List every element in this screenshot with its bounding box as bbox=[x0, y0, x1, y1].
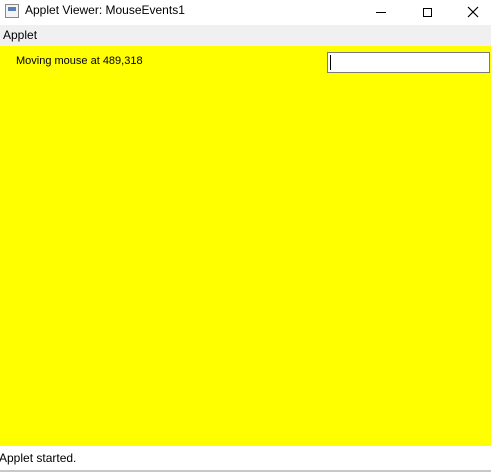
applet-viewer-window: Applet Viewer: MouseEvents1 Applet Movin… bbox=[0, 0, 491, 472]
mouse-position-message: Moving mouse at 489,318 bbox=[16, 55, 143, 67]
maximize-icon bbox=[422, 7, 432, 17]
status-text: Applet started. bbox=[0, 451, 77, 465]
minimize-icon bbox=[376, 11, 386, 13]
text-caret bbox=[330, 55, 331, 70]
menu-applet[interactable]: Applet bbox=[3, 28, 37, 42]
applet-text-field[interactable] bbox=[327, 52, 490, 73]
applet-panel[interactable]: Moving mouse at 489,318 bbox=[0, 46, 491, 446]
minimize-button[interactable] bbox=[358, 0, 404, 24]
title-bar[interactable]: Applet Viewer: MouseEvents1 bbox=[0, 0, 491, 24]
close-button[interactable] bbox=[450, 0, 491, 24]
java-applet-icon bbox=[5, 4, 19, 18]
menu-bar: Applet bbox=[0, 25, 491, 46]
close-icon bbox=[467, 6, 479, 18]
status-bar: Applet started. bbox=[0, 446, 491, 470]
window-title: Applet Viewer: MouseEvents1 bbox=[25, 3, 185, 17]
maximize-button[interactable] bbox=[404, 0, 450, 24]
